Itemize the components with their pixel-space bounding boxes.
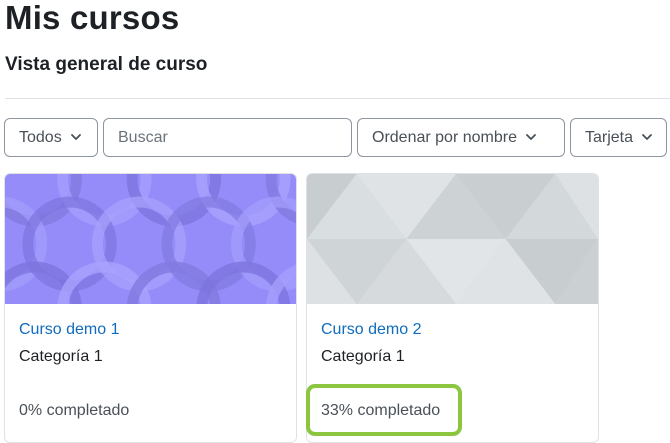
filter-dropdown-label: Todos [19,128,62,146]
page-title: Mis cursos [5,0,180,36]
progress-highlight-box [306,384,462,436]
section-title: Vista general de curso [5,54,208,75]
chevron-down-icon [70,134,81,141]
chevron-down-icon [526,134,536,141]
filter-dropdown[interactable]: Todos [4,118,98,157]
search-placeholder: Buscar [118,128,168,146]
course-category: Categoría 1 [19,348,103,365]
course-progress: 0% completado [19,402,130,419]
divider [5,98,670,99]
sort-dropdown-label: Ordenar por nombre [372,128,517,146]
course-image[interactable] [307,174,598,304]
view-dropdown[interactable]: Tarjeta [570,118,667,157]
course-name-link[interactable]: Curso demo 1 [19,321,120,339]
course-name-link[interactable]: Curso demo 2 [321,321,422,339]
course-category: Categoría 1 [321,348,405,365]
sort-dropdown[interactable]: Ordenar por nombre [357,118,565,157]
chevron-down-icon [642,134,652,141]
view-dropdown-label: Tarjeta [585,128,634,146]
search-input[interactable]: Buscar [103,118,352,157]
course-card[interactable]: Curso demo 1 Categoría 1 0% completado [4,173,297,443]
course-image[interactable] [5,174,296,304]
